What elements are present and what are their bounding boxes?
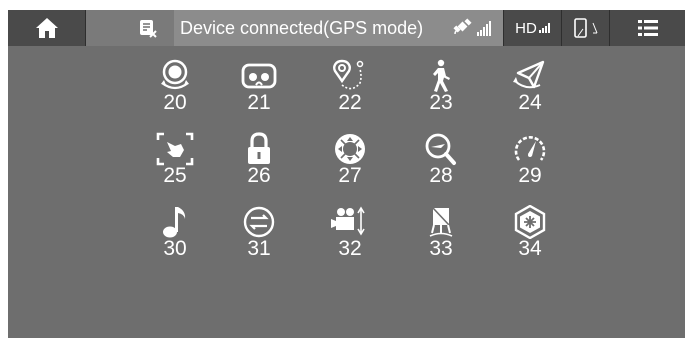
padlock-icon bbox=[248, 132, 270, 164]
icon-item-28: 28 bbox=[406, 132, 476, 187]
hd-label: HD bbox=[515, 19, 537, 37]
gps-signal bbox=[453, 18, 491, 36]
icon-number: 25 bbox=[163, 164, 187, 187]
menu-button[interactable] bbox=[609, 10, 685, 46]
status-strip: Device connected(GPS mode) bbox=[86, 10, 503, 46]
battery-indicator[interactable] bbox=[561, 10, 609, 46]
icon-item-27: 27 bbox=[315, 132, 385, 187]
icon-number: 34 bbox=[518, 237, 542, 260]
gimbal-antenna-icon bbox=[429, 207, 453, 237]
icon-item-33: 33 bbox=[406, 205, 476, 260]
camera-orbit-icon bbox=[161, 59, 189, 90]
paper-plane-orbit-icon bbox=[513, 60, 545, 89]
home-icon bbox=[35, 18, 58, 38]
icon-number: 23 bbox=[429, 91, 453, 114]
icon-number: 31 bbox=[247, 237, 271, 260]
icon-number: 27 bbox=[338, 164, 362, 187]
icon-item-31: 31 bbox=[224, 205, 294, 260]
icon-item-24: 24 bbox=[495, 59, 565, 114]
icon-number: 32 bbox=[338, 237, 362, 260]
video-camera-tilt-icon bbox=[331, 206, 365, 236]
icon-item-34: 34 bbox=[495, 205, 565, 260]
icon-number: 30 bbox=[163, 237, 187, 260]
vr-goggles-icon bbox=[241, 63, 277, 89]
hexagon-drone-icon bbox=[514, 205, 546, 239]
swap-arrows-icon bbox=[243, 206, 275, 238]
hand-gesture-frame-icon bbox=[156, 132, 194, 166]
icon-item-20: 20 bbox=[140, 59, 210, 114]
list-menu-icon bbox=[637, 20, 658, 36]
icon-item-32: 32 bbox=[315, 205, 385, 260]
icon-item-30: 30 bbox=[140, 205, 210, 260]
connection-status-text: Device connected(GPS mode) bbox=[180, 17, 424, 38]
phone-battery-icon bbox=[573, 18, 587, 38]
gps-signal-bars-icon bbox=[477, 21, 491, 36]
icon-item-29: 29 bbox=[495, 132, 565, 187]
icon-item-25: 25 bbox=[140, 132, 210, 187]
walking-person-icon bbox=[433, 59, 450, 92]
icon-number: 29 bbox=[518, 164, 542, 187]
speed-gauge-icon bbox=[514, 136, 546, 161]
home-button[interactable] bbox=[8, 10, 86, 46]
direction-ring-icon bbox=[335, 134, 365, 164]
icon-number: 33 bbox=[429, 237, 453, 260]
waypoint-route-icon bbox=[333, 59, 364, 90]
icon-item-23: 23 bbox=[406, 59, 476, 114]
app-screen: Device connected(GPS mode) HD 20 21 22 2… bbox=[8, 10, 685, 338]
satellite-icon bbox=[453, 18, 472, 35]
hd-signal-indicator[interactable]: HD bbox=[503, 10, 561, 46]
checklist-button[interactable] bbox=[86, 10, 174, 46]
icon-item-26: 26 bbox=[224, 132, 294, 187]
icon-number: 21 bbox=[247, 91, 271, 114]
checklist-icon bbox=[140, 20, 157, 38]
hd-signal-bars-icon bbox=[538, 23, 550, 33]
icon-number: 24 bbox=[518, 91, 542, 114]
icon-item-21: 21 bbox=[224, 59, 294, 114]
drone-battery-icon bbox=[592, 22, 597, 34]
icon-number: 28 bbox=[429, 164, 453, 187]
icon-number: 22 bbox=[338, 91, 362, 114]
icon-number: 26 bbox=[247, 164, 271, 187]
search-plane-icon bbox=[425, 133, 456, 165]
icon-number: 20 bbox=[163, 91, 187, 114]
music-note-icon bbox=[163, 207, 186, 238]
top-status-bar: Device connected(GPS mode) HD bbox=[8, 10, 685, 46]
icon-item-22: 22 bbox=[315, 59, 385, 114]
